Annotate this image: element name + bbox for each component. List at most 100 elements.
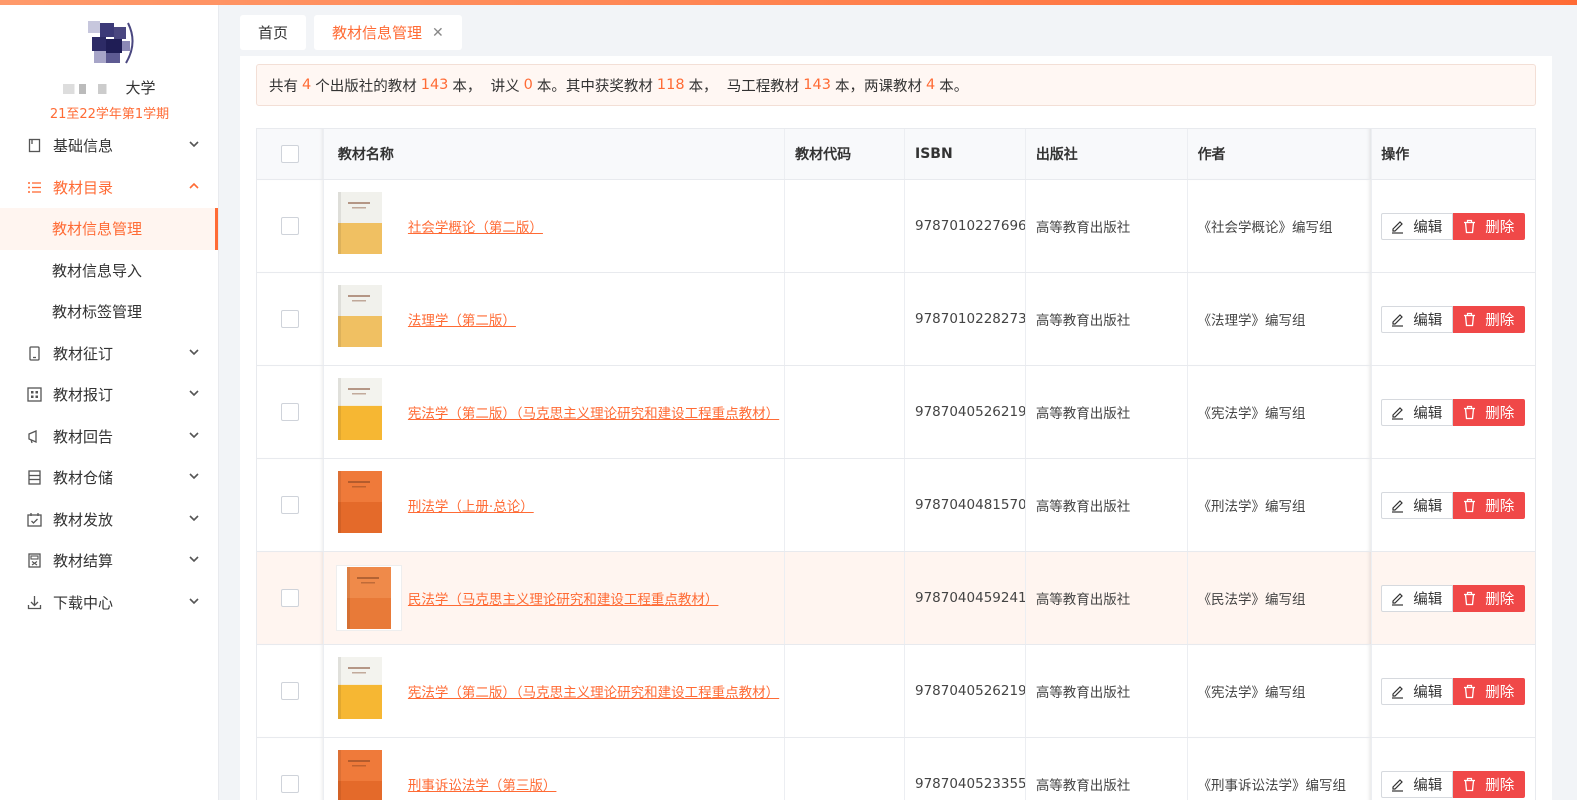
row-checkbox[interactable] [280,496,299,514]
book-cover[interactable] [335,565,402,631]
book-code-cell [785,645,905,737]
book-title-link[interactable]: 宪法学（第二版）（马克思主义理论研究和建设工程重点教材） [408,681,779,701]
book-title-link[interactable]: 刑事诉讼法学（第三版） [408,774,557,794]
row-checkbox[interactable] [280,682,299,700]
menu-warehouse[interactable]: 教材仓储 [0,457,218,499]
trash-icon [1464,591,1476,605]
book-cover[interactable] [337,750,390,800]
header-code[interactable]: 教材代码 [785,129,905,179]
delete-button[interactable]: 删除 [1453,398,1526,426]
university-logo [88,21,134,64]
menu-label: 教材仓储 [53,469,114,488]
chevron-down-icon [189,514,199,521]
pencil-icon [1392,313,1404,327]
tab-book-info-manage[interactable]: 教材信息管理 ✕ [314,15,462,50]
menu-reply[interactable]: 教材回告 [0,416,218,458]
chevron-down-icon [189,473,199,480]
menu-label: 教材发放 [53,510,114,529]
book-name-cell: 宪法学（第二版）（马克思主义理论研究和建设工程重点教材） [324,366,786,458]
header-name[interactable]: 教材名称 [324,129,786,179]
calendar-icon [26,511,42,527]
row-check-cell [257,366,324,458]
book-cover[interactable] [337,378,390,446]
publisher-cell: 高等教育出版社 [1026,180,1188,272]
magongcheng-count: 143 [803,77,831,93]
book-name-cell: 法理学（第二版） [324,273,786,365]
book-title-link[interactable]: 法理学（第二版） [408,309,516,329]
ops-cell: 编辑 删除 [1372,273,1535,365]
book-title-link[interactable]: 宪法学（第二版）（马克思主义理论研究和建设工程重点教材） [408,402,779,422]
menu-settlement[interactable]: 教材结算 [0,540,218,582]
edit-button[interactable]: 编辑 [1381,584,1454,612]
trash-icon [1464,312,1476,326]
summary-bar: 共有 4 个出版社的教材 143 本， 讲义 0 本。其中获奖教材 118 本，… [256,64,1536,106]
select-all-checkbox[interactable] [280,145,299,163]
author-cell: 《社会学概论》编写组 [1188,180,1373,272]
book-code-cell [785,552,905,644]
menu-basic-info[interactable]: 基础信息 [0,125,218,167]
author-cell: 《刑事诉讼法学》编写组 [1188,738,1373,800]
submenu-book-info-manage[interactable]: 教材信息管理 [0,208,218,250]
edit-button[interactable]: 编辑 [1381,677,1454,705]
ops-cell: 编辑 删除 [1372,180,1535,272]
pencil-icon [1392,685,1404,699]
header-author[interactable]: 作者 [1188,129,1373,179]
delete-button[interactable]: 删除 [1453,212,1526,240]
book-cover-image [337,471,382,533]
delete-button[interactable]: 删除 [1453,584,1526,612]
menu-distribution[interactable]: 教材发放 [0,499,218,541]
redacted-name [63,83,122,94]
book-cover[interactable] [337,192,390,260]
isbn-cell: 9787040523355 [905,738,1026,800]
delete-button[interactable]: 删除 [1453,677,1526,705]
edit-button[interactable]: 编辑 [1381,212,1454,240]
book-title-link[interactable]: 民法学（马克思主义理论研究和建设工程重点教材） [408,588,719,608]
book-cover-image [337,285,382,347]
trash-icon [1464,219,1476,233]
header-isbn[interactable]: ISBN [905,129,1026,179]
book-title-link[interactable]: 社会学概论（第二版） [408,216,543,236]
header-publisher[interactable]: 出版社 [1026,129,1188,179]
row-checkbox[interactable] [280,217,299,235]
row-checkbox[interactable] [280,775,299,793]
handout-count: 0 [523,77,533,93]
book-title-link[interactable]: 刑法学（上册·总论） [408,495,534,515]
delete-button[interactable]: 删除 [1453,770,1526,798]
logo-area: 大学 21至22学年第1学期 [0,5,218,125]
publisher-cell: 高等教育出版社 [1026,273,1188,365]
row-checkbox[interactable] [280,589,299,607]
chevron-down-icon [189,348,199,355]
book-cover[interactable] [337,285,390,353]
delete-button[interactable]: 删除 [1453,305,1526,333]
header-ops: 操作 [1381,147,1410,163]
book-cover[interactable] [337,657,390,725]
menu-label: 教材报订 [53,386,114,405]
pencil-icon [1392,778,1404,792]
current-term: 21至22学年第1学期 [49,107,170,122]
table-row: 民法学（马克思主义理论研究和建设工程重点教材） 9787040459241 高等… [257,552,1535,645]
edit-button[interactable]: 编辑 [1381,305,1454,333]
close-icon[interactable]: ✕ [432,25,444,41]
row-checkbox[interactable] [280,403,299,421]
book-code-cell [785,180,905,272]
menu-catalog[interactable]: 教材目录 [0,167,218,209]
isbn-cell: 9787040481570 [905,459,1026,551]
book-cover-image [337,378,382,440]
book-name-cell: 刑法学（上册·总论） [324,459,786,551]
ops-cell: 编辑 删除 [1372,459,1535,551]
submenu-book-info-import[interactable]: 教材信息导入 [0,250,218,292]
publisher-cell: 高等教育出版社 [1026,366,1188,458]
menu-download-center[interactable]: 下载中心 [0,582,218,624]
row-checkbox[interactable] [280,310,299,328]
edit-button[interactable]: 编辑 [1381,770,1454,798]
submenu-book-tag-manage[interactable]: 教材标签管理 [0,291,218,333]
menu-ordering[interactable]: 教材征订 [0,333,218,375]
edit-button[interactable]: 编辑 [1381,491,1454,519]
tab-home[interactable]: 首页 [240,15,307,50]
book-cover[interactable] [337,471,390,539]
menu-report[interactable]: 教材报订 [0,374,218,416]
menu-label: 教材回告 [53,427,114,446]
delete-button[interactable]: 删除 [1453,491,1526,519]
edit-button[interactable]: 编辑 [1381,398,1454,426]
chevron-up-icon [189,182,199,189]
